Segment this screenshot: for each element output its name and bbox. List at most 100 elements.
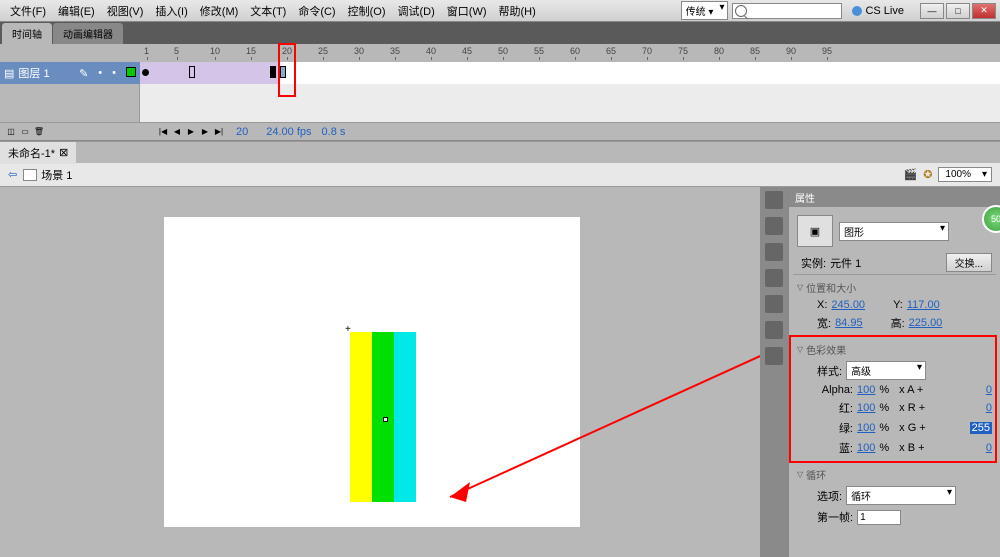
layer-label[interactable]: ▤ 图层 1 ✎•• [0, 62, 140, 84]
first-frame-input[interactable] [857, 510, 901, 525]
green-label: 绿: [817, 420, 853, 436]
alpha-pct[interactable]: 100 [857, 384, 875, 396]
tick: 45 [462, 46, 472, 56]
tool-icon[interactable] [765, 217, 783, 235]
red-label: 红: [817, 400, 853, 416]
style-label: 样式: [817, 363, 842, 379]
edit-symbol-icon[interactable]: ✪ [923, 168, 932, 181]
tick: 1 [144, 46, 149, 56]
stage[interactable]: + [164, 217, 580, 527]
tick: 70 [642, 46, 652, 56]
timeline-ruler[interactable]: 1 5 10 15 20 25 30 35 40 45 50 55 60 65 … [0, 44, 1000, 62]
cslive-button[interactable]: CS Live [846, 3, 910, 19]
menu-insert[interactable]: 插入(I) [149, 1, 193, 21]
blue-offset[interactable]: 0 [986, 442, 992, 454]
scene-icon [23, 169, 37, 181]
menu-debug[interactable]: 调试(D) [392, 1, 441, 21]
tool-icon[interactable] [765, 295, 783, 313]
loop-option-select[interactable]: 循环 [846, 486, 956, 505]
tick: 25 [318, 46, 328, 56]
search-input[interactable] [732, 3, 842, 19]
new-layer-button[interactable]: ◫ [5, 126, 17, 138]
menu-control[interactable]: 控制(O) [342, 1, 392, 21]
swap-button[interactable]: 交换... [946, 253, 992, 272]
layer-row[interactable]: ▤ 图层 1 ✎•• [0, 62, 1000, 84]
zoom-selector[interactable]: 100% [938, 167, 992, 182]
delete-layer-button[interactable]: 🗑 [33, 126, 45, 138]
red-pct[interactable]: 100 [857, 402, 875, 414]
frame-strip[interactable] [140, 62, 1000, 84]
tool-icon[interactable] [765, 321, 783, 339]
h-value[interactable]: 225.00 [909, 317, 943, 329]
tab-motion-editor[interactable]: 动画编辑器 [53, 23, 123, 44]
edit-scene-icon[interactable]: 🎬 [904, 168, 918, 181]
tick: 95 [822, 46, 832, 56]
stage-area[interactable]: + [0, 187, 760, 557]
style-select[interactable]: 高级 [846, 361, 926, 380]
red-offset[interactable]: 0 [986, 402, 992, 414]
menu-help[interactable]: 帮助(H) [493, 1, 542, 21]
cslive-icon [852, 6, 862, 16]
tool-icon[interactable] [765, 243, 783, 261]
back-icon[interactable]: ⇦ [8, 168, 17, 181]
tick: 10 [210, 46, 220, 56]
menu-file[interactable]: 文件(F) [4, 1, 52, 21]
workspace-selector[interactable]: 传统 ▾ [681, 1, 729, 20]
step-fwd-button[interactable]: ▶ [199, 126, 211, 138]
maximize-button[interactable]: □ [946, 3, 970, 19]
x-value[interactable]: 245.00 [831, 299, 865, 311]
alpha-offset[interactable]: 0 [986, 384, 992, 396]
graphic-instance[interactable]: + [350, 332, 416, 502]
new-folder-button[interactable]: ▭ [19, 126, 31, 138]
green-offset[interactable]: 255 [970, 422, 992, 434]
current-frame[interactable]: 20 [236, 126, 248, 138]
menu-commands[interactable]: 命令(C) [292, 1, 341, 21]
keyframe-hollow[interactable] [189, 66, 195, 78]
step-back-button[interactable]: ◀ [171, 126, 183, 138]
alpha-mul: x A + [899, 384, 923, 396]
tick: 15 [246, 46, 256, 56]
scene-bar: ⇦ 场景 1 🎬 ✪ 100% [0, 163, 1000, 187]
keyframe[interactable] [270, 66, 276, 78]
tick: 75 [678, 46, 688, 56]
play-button[interactable]: ▶ [185, 126, 197, 138]
goto-last-button[interactable]: ▶| [213, 126, 225, 138]
scene-name[interactable]: 场景 1 [41, 167, 72, 183]
tool-icon[interactable] [765, 191, 783, 209]
close-button[interactable]: ✕ [972, 3, 996, 19]
blue-pct[interactable]: 100 [857, 442, 875, 454]
minimize-button[interactable]: — [920, 3, 944, 19]
green-pct[interactable]: 100 [857, 422, 875, 434]
tool-icon[interactable] [765, 347, 783, 365]
menu-view[interactable]: 视图(V) [101, 1, 150, 21]
section-loop[interactable]: 循环 [793, 465, 996, 484]
tool-strip [760, 187, 788, 557]
goto-first-button[interactable]: |◀ [157, 126, 169, 138]
menu-edit[interactable]: 编辑(E) [52, 1, 101, 21]
tab-timeline[interactable]: 时间轴 [2, 23, 52, 44]
tick: 50 [498, 46, 508, 56]
tool-icon[interactable] [765, 269, 783, 287]
menu-modify[interactable]: 修改(M) [194, 1, 245, 21]
section-position-size[interactable]: 位置和大小 [793, 278, 996, 297]
section-color-effect[interactable]: 色彩效果 [793, 340, 996, 359]
first-frame-label: 第一帧: [817, 509, 853, 525]
playhead-highlight [278, 43, 296, 97]
instance-name: 元件 1 [830, 255, 861, 271]
close-icon[interactable]: ⊠ [59, 146, 68, 159]
document-name: 未命名-1* [8, 145, 55, 161]
keyframe[interactable] [142, 69, 149, 76]
instance-type-select[interactable]: 图形 [839, 222, 949, 241]
document-tab[interactable]: 未命名-1* ⊠ [0, 142, 76, 164]
workspace: + 属性 ▣ 图形 [0, 187, 1000, 557]
tick: 65 [606, 46, 616, 56]
menu-text[interactable]: 文本(T) [244, 1, 292, 21]
layer-name: 图层 1 [18, 65, 49, 81]
y-value[interactable]: 117.00 [907, 299, 940, 311]
properties-header[interactable]: 属性 [789, 187, 1000, 207]
w-value[interactable]: 84.95 [835, 317, 863, 329]
menu-window[interactable]: 窗口(W) [441, 1, 493, 21]
h-label: 高: [891, 315, 905, 331]
fps-display[interactable]: 24.00 fps [266, 126, 311, 138]
bar-yellow [350, 332, 372, 502]
